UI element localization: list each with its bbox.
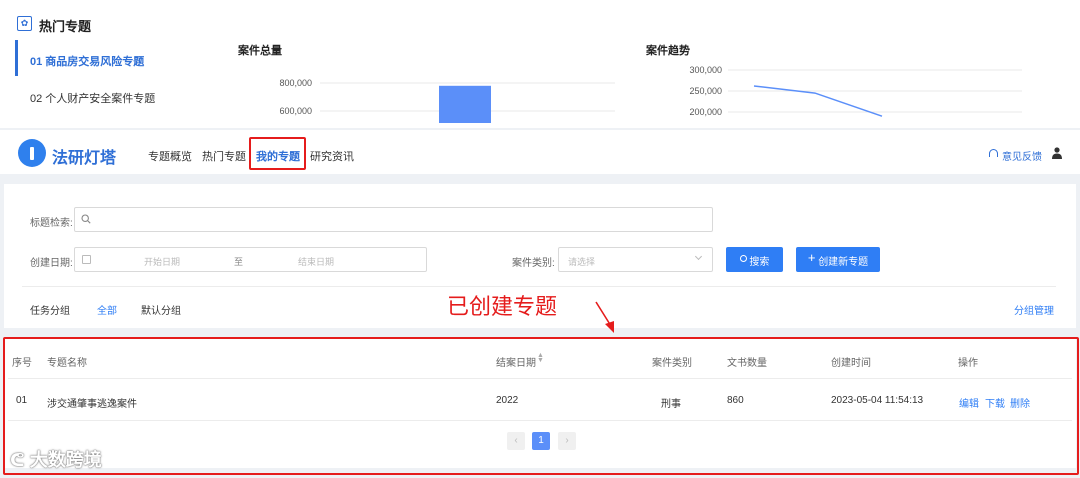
title-search-label: 标题检索: bbox=[30, 218, 73, 229]
end-date-placeholder: 结束日期 bbox=[298, 257, 335, 267]
chart-bar bbox=[439, 85, 491, 123]
watermark-text: 大数跨境 bbox=[29, 450, 102, 470]
y-tick-label: 250,000 bbox=[689, 86, 722, 96]
calendar-icon bbox=[82, 255, 91, 264]
y-tick-label: 600,000 bbox=[279, 106, 312, 116]
group-manage-link[interactable]: 分组管理 bbox=[1014, 302, 1054, 317]
hot-topic-icon: ✿ bbox=[17, 16, 32, 31]
y-tick-label: 800,000 bbox=[279, 78, 312, 88]
highlight-box bbox=[249, 137, 306, 170]
start-date-placeholder: 开始日期 bbox=[144, 257, 181, 267]
title-search-input[interactable] bbox=[74, 207, 713, 232]
date-range-picker[interactable] bbox=[74, 247, 427, 272]
feedback-link[interactable]: 意见反馈 bbox=[1002, 148, 1042, 163]
create-date-label: 创建日期: bbox=[30, 258, 73, 269]
hot-topics-title: 热门专题 bbox=[39, 19, 92, 34]
trend-chart: 300,000 250,000 200,000 bbox=[689, 65, 1022, 117]
date-separator: 至 bbox=[234, 257, 244, 267]
case-type-placeholder: 请选择 bbox=[568, 257, 596, 267]
watermark: ᕦ 大数跨境 bbox=[10, 446, 102, 472]
search-icon bbox=[739, 255, 747, 262]
total-chart: 800,000 600,000 bbox=[279, 78, 615, 123]
hot-topic-item[interactable]: 02 个人财产安全案件专题 bbox=[30, 90, 155, 106]
trend-chart-title: 案件趋势 bbox=[646, 45, 690, 57]
watermark-logo-icon: ᕦ bbox=[10, 450, 25, 470]
nav-hot-topics[interactable]: 热门专题 bbox=[202, 148, 246, 164]
plus-icon: + bbox=[807, 250, 816, 265]
highlight-box bbox=[3, 337, 1079, 475]
case-type-label: 案件类别: bbox=[512, 258, 555, 269]
headset-icon bbox=[989, 149, 998, 157]
search-button[interactable]: 搜索 bbox=[726, 247, 783, 272]
hot-topic-item[interactable]: 01 商品房交易风险专题 bbox=[30, 53, 144, 69]
search-button-label: 搜索 bbox=[749, 257, 770, 268]
active-topic-indicator bbox=[15, 40, 18, 76]
annotation-label: 已创建专题 bbox=[447, 294, 558, 319]
create-topic-button-label: 创建新专题 bbox=[818, 257, 869, 268]
group-tab-all[interactable]: 全部 bbox=[97, 302, 117, 317]
nav-overview[interactable]: 专题概览 bbox=[148, 148, 192, 164]
group-label: 任务分组 bbox=[30, 306, 70, 317]
nav-research-news[interactable]: 研究资讯 bbox=[310, 148, 354, 164]
app-logo-text: 法研灯塔 bbox=[52, 150, 117, 167]
search-icon bbox=[81, 214, 91, 224]
lighthouse-logo-icon bbox=[18, 139, 46, 167]
annotation-arrow-icon bbox=[595, 301, 614, 333]
create-topic-button[interactable]: + 创建新专题 bbox=[796, 247, 880, 272]
y-tick-label: 300,000 bbox=[689, 65, 722, 75]
user-icon[interactable] bbox=[1052, 147, 1062, 159]
divider bbox=[22, 286, 1056, 287]
y-tick-label: 200,000 bbox=[689, 107, 722, 117]
group-tab-default[interactable]: 默认分组 bbox=[141, 302, 181, 317]
total-chart-title: 案件总量 bbox=[238, 45, 282, 57]
